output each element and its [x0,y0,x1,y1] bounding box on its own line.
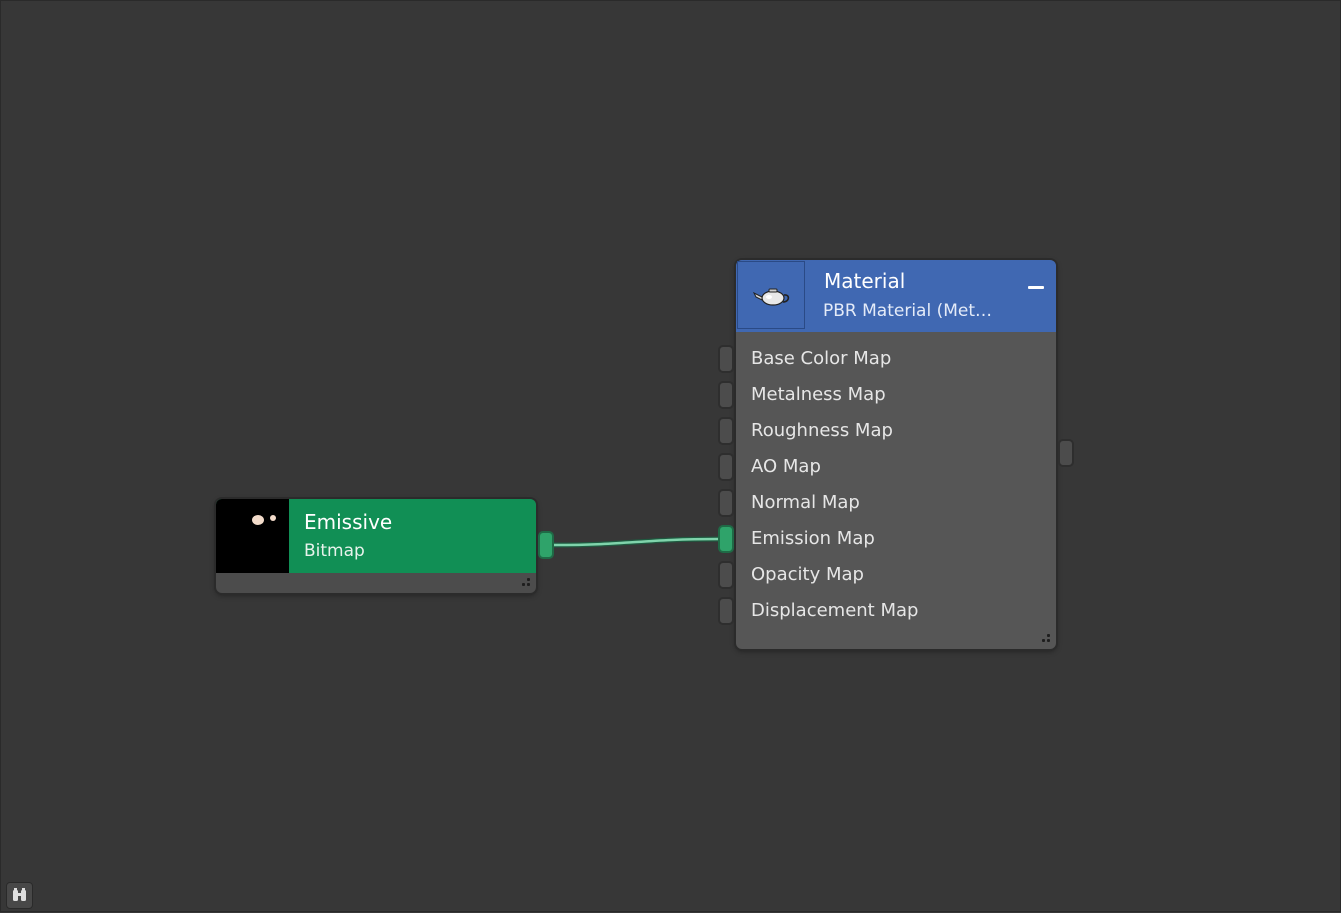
slot-base-color-map: Base Color Map [751,348,892,369]
slot-ao-map: AO Map [751,456,821,477]
bitmap-node[interactable]: Emissive Bitmap [216,499,536,593]
material-node-subtitle: PBR Material (Met… [823,301,993,321]
material-output-port[interactable] [1058,439,1074,467]
material-node[interactable]: Material PBR Material (Met… Base Color M… [736,260,1056,649]
input-port-displacement-map[interactable] [718,597,734,625]
material-node-resize-handle[interactable] [1040,633,1052,645]
input-port-ao-map[interactable] [718,453,734,481]
emissive-texture-thumbnail [216,499,289,573]
bitmap-node-title: Emissive [304,510,393,534]
input-port-emission-map[interactable] [718,525,734,553]
bitmap-node-subtitle: Bitmap [304,541,365,561]
bitmap-node-resize-handle[interactable] [520,577,532,589]
slot-roughness-map: Roughness Map [751,420,893,441]
slot-displacement-map: Displacement Map [751,600,919,621]
slot-normal-map: Normal Map [751,492,860,513]
node-editor-canvas[interactable]: Emissive Bitmap Material PBR Material (M… [0,0,1341,912]
thumbnail-spot [252,515,264,525]
teapot-icon [737,261,805,329]
material-node-header[interactable]: Material PBR Material (Met… [736,260,1056,332]
find-button[interactable] [6,882,33,909]
slot-emission-map: Emission Map [751,528,875,549]
bitmap-node-header[interactable]: Emissive Bitmap [216,499,536,573]
connection-wire[interactable] [553,536,721,548]
thumbnail-spot [270,515,276,521]
input-port-base-color-map[interactable] [718,345,734,373]
wire-layer [553,536,721,548]
binoculars-icon [13,888,26,901]
input-port-metalness-map[interactable] [718,381,734,409]
material-node-title: Material [824,269,906,293]
connection-wire-highlight [553,537,721,547]
slot-opacity-map: Opacity Map [751,564,864,585]
slot-metalness-map: Metalness Map [751,384,886,405]
input-port-opacity-map[interactable] [718,561,734,589]
minus-icon[interactable] [1027,278,1045,296]
input-port-normal-map[interactable] [718,489,734,517]
bitmap-output-port[interactable] [538,531,554,559]
input-port-roughness-map[interactable] [718,417,734,445]
